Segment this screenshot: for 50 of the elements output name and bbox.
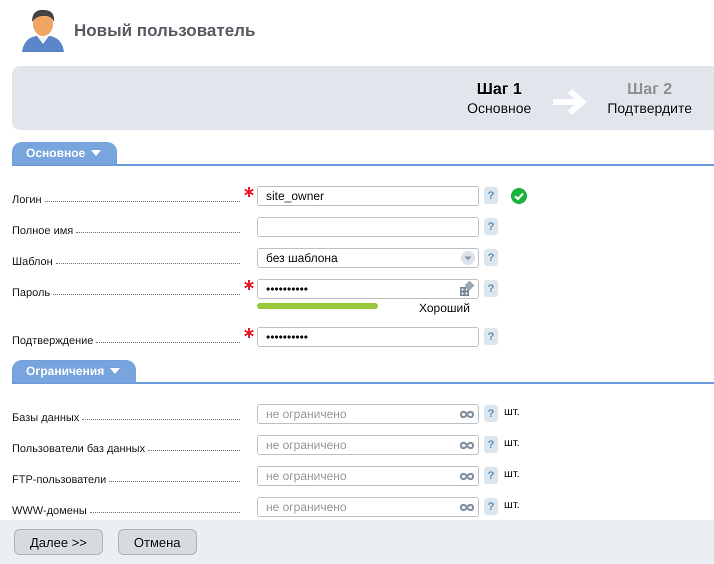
field-label: Базы данных xyxy=(12,412,80,424)
text-field[interactable]: site_owner xyxy=(257,186,479,206)
infinity-icon[interactable] xyxy=(459,472,475,480)
limit-field[interactable]: не ограничено xyxy=(257,435,479,455)
footer-button[interactable]: Отмена xyxy=(118,529,197,555)
help-button[interactable]: ? xyxy=(484,467,498,484)
unit-label: шт. xyxy=(504,406,520,418)
text-field[interactable] xyxy=(257,217,479,237)
infinity-icon[interactable] xyxy=(459,502,475,512)
unit-label: шт. xyxy=(504,468,520,480)
password-field[interactable]: •••••••••• xyxy=(257,279,479,299)
field-label: WWW-домены xyxy=(12,505,87,517)
field-label: Пароль xyxy=(12,287,50,299)
field-label: Шаблон xyxy=(12,256,53,268)
unit-label: шт. xyxy=(504,437,520,449)
unit-label: шт. xyxy=(504,499,520,511)
strength-label: Хороший xyxy=(419,301,471,315)
caret-icon xyxy=(91,150,102,156)
help-button[interactable]: ? xyxy=(484,436,498,453)
infinity-icon[interactable] xyxy=(459,440,475,450)
arrow-icon xyxy=(551,87,588,117)
help-button[interactable]: ? xyxy=(484,498,498,515)
limit-field[interactable]: не ограничено xyxy=(257,497,479,517)
step-subtitle: Основное xyxy=(467,100,532,116)
field-label: Пользователи баз данных xyxy=(12,443,146,455)
section-tab[interactable]: Ограничения xyxy=(12,360,136,382)
field-label: Полное имя xyxy=(12,225,74,237)
infinity-icon[interactable] xyxy=(459,410,475,418)
help-button[interactable]: ? xyxy=(484,280,498,297)
limit-field[interactable]: не ограничено xyxy=(257,404,479,424)
field-label: Подтверждение xyxy=(12,335,94,347)
help-button[interactable]: ? xyxy=(484,249,498,266)
step-title: Шаг 1 xyxy=(476,80,523,98)
dropdown-caret-icon xyxy=(461,251,475,265)
page-title: Новый пользователь xyxy=(74,21,256,41)
password-field[interactable]: •••••••••• xyxy=(257,327,479,347)
field-label: FTP-пользователи xyxy=(12,474,106,486)
dice-icon[interactable] xyxy=(459,281,475,297)
step-subtitle: Подтвердите xyxy=(607,100,692,116)
help-button[interactable]: ? xyxy=(484,187,498,204)
template-dropdown[interactable]: без шаблона xyxy=(257,248,479,268)
footer-button[interactable]: Далее >> xyxy=(14,529,103,555)
caret-icon xyxy=(110,368,120,374)
help-button[interactable]: ? xyxy=(484,218,498,235)
step-title: Шаг 2 xyxy=(626,80,674,98)
field-label: Логин xyxy=(12,194,42,206)
section-tab[interactable]: Основное xyxy=(12,142,118,164)
limit-field[interactable]: не ограничено xyxy=(257,466,479,486)
help-button[interactable]: ? xyxy=(484,405,498,422)
help-button[interactable]: ? xyxy=(484,328,498,345)
